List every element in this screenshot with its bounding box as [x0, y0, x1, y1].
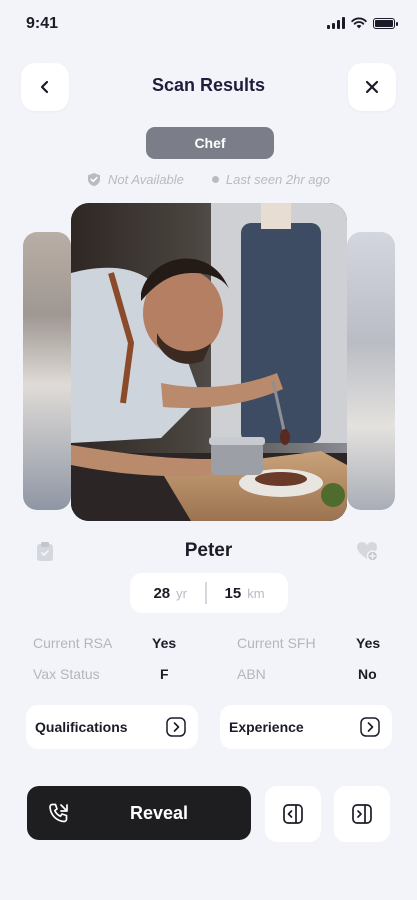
previous-card-icon [283, 804, 303, 824]
chef-photo-illustration [71, 203, 347, 521]
current-sfh-value: Yes [356, 635, 381, 651]
last-seen-status: Last seen 2hr ago [211, 172, 330, 187]
status-dot-icon [211, 176, 219, 183]
vax-status-label: Vax Status [33, 666, 100, 682]
qualifications-button[interactable]: Qualifications [26, 705, 198, 749]
shield-check-icon [88, 173, 101, 187]
qualifications-label: Qualifications [35, 719, 128, 735]
scan-results-screen: 9:41 Scan Results Chef Not Available Las… [0, 0, 417, 900]
last-seen-label: Last seen 2hr ago [225, 172, 330, 187]
profile-name: Peter [184, 540, 233, 561]
cellular-signal-icon [327, 17, 345, 29]
experience-label: Experience [229, 719, 304, 735]
status-icons [327, 17, 398, 29]
distance-value: 15 [224, 584, 242, 602]
chevron-right-icon [360, 717, 380, 737]
next-button[interactable] [334, 786, 390, 842]
next-card-icon [352, 804, 372, 824]
age-unit: yr [176, 585, 187, 601]
chevron-right-icon [166, 717, 186, 737]
status-time: 9:41 [26, 15, 59, 32]
distance-stat: 15 km [207, 585, 283, 602]
close-icon [365, 80, 379, 94]
profile-stats: 28 yr 15 km [130, 573, 288, 613]
previous-button[interactable] [265, 786, 321, 842]
role-chip: Chef [146, 127, 274, 159]
battery-icon [373, 17, 398, 29]
age-value: 28 [153, 584, 171, 602]
reveal-button[interactable]: Reveal [27, 786, 251, 840]
status-meta-row: Not Available Last seen 2hr ago [0, 172, 417, 187]
next-profile-card[interactable] [347, 232, 395, 510]
status-bar: 9:41 [0, 0, 417, 48]
availability-label: Not Available [108, 172, 184, 187]
wifi-icon [351, 17, 367, 29]
close-button[interactable] [348, 63, 396, 111]
previous-profile-card[interactable] [23, 232, 71, 510]
heart-plus-icon[interactable] [356, 540, 378, 562]
current-rsa-value: Yes [152, 635, 177, 651]
distance-unit: km [247, 585, 265, 601]
current-sfh-label: Current SFH [237, 635, 316, 651]
age-stat: 28 yr [135, 585, 205, 602]
vax-status-value: F [160, 666, 169, 682]
current-rsa-label: Current RSA [33, 635, 113, 651]
abn-label: ABN [237, 666, 266, 682]
profile-photo[interactable] [71, 203, 347, 521]
abn-value: No [358, 666, 377, 682]
availability-status: Not Available [87, 172, 184, 187]
phone-call-icon [49, 803, 68, 823]
experience-button[interactable]: Experience [220, 705, 392, 749]
